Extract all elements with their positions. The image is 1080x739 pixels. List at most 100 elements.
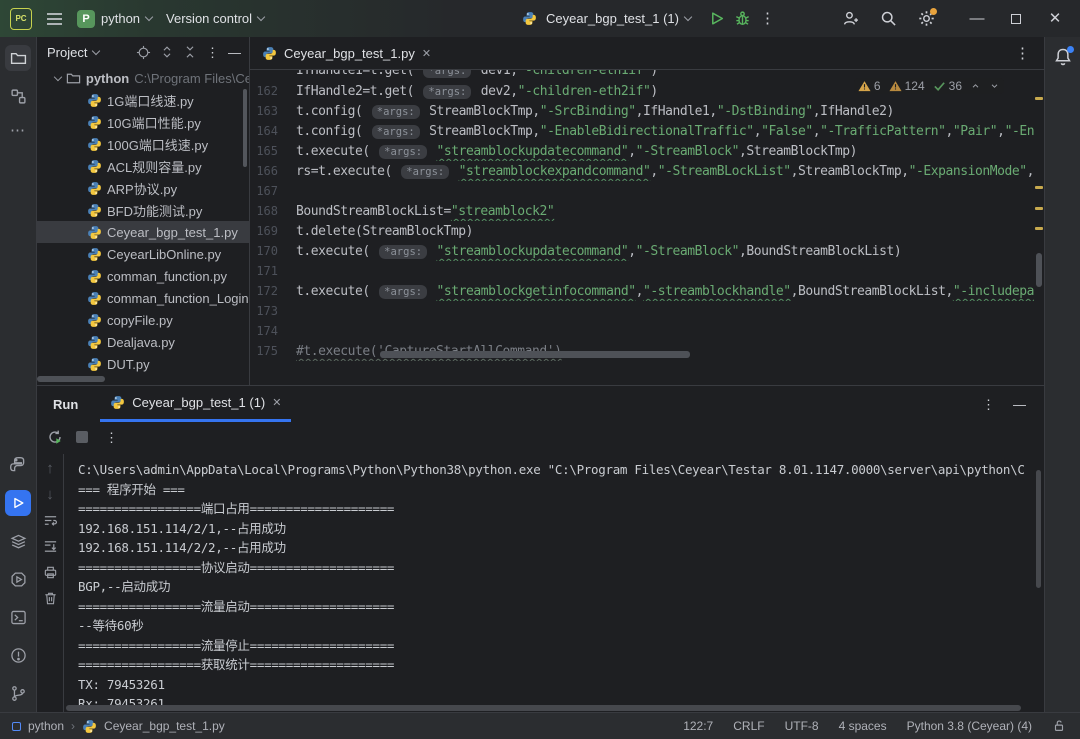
print-icon[interactable]: [43, 565, 58, 580]
stripe-warning-mark[interactable]: [1035, 97, 1043, 100]
tree-item[interactable]: copyFile.py: [37, 309, 249, 331]
scroll-to-end-icon[interactable]: [43, 539, 58, 554]
debug-button[interactable]: [734, 10, 751, 27]
soft-wrap-icon[interactable]: [43, 513, 58, 528]
vcs-widget-button[interactable]: Version control: [166, 11, 264, 26]
code-line[interactable]: 163t.config( *args: StreamBlockTmp,"-Src…: [250, 101, 1034, 121]
error-stripe[interactable]: [1034, 70, 1044, 384]
window-maximize-button[interactable]: [1007, 14, 1025, 24]
inspections-widget[interactable]: 6 124 36: [854, 78, 1004, 94]
editor-vertical-scrollbar[interactable]: [1036, 253, 1042, 287]
indent-style[interactable]: 4 spaces: [839, 719, 887, 733]
tree-item[interactable]: ACL规则容量.py: [37, 155, 249, 177]
prev-problem-icon[interactable]: [970, 81, 981, 91]
tree-item[interactable]: BFD功能测试.py: [37, 199, 249, 221]
structure-tool-icon[interactable]: [5, 83, 31, 109]
terminal-tool-icon[interactable]: [5, 604, 31, 630]
tree-item[interactable]: CeyearLibOnline.py: [37, 243, 249, 265]
typo-ok-item[interactable]: 36: [933, 79, 962, 93]
editor-horizontal-scrollbar[interactable]: [380, 351, 690, 358]
warning-strong-item[interactable]: 6: [858, 79, 881, 93]
tree-item[interactable]: DUT.py: [37, 353, 249, 375]
code-editor[interactable]: IfHandle1=t.get( *args: dev1,"-children-…: [250, 70, 1044, 384]
code-line[interactable]: 171: [250, 261, 1034, 281]
code-line[interactable]: 173: [250, 301, 1034, 321]
breadcrumb-file[interactable]: Ceyear_bgp_test_1.py: [104, 719, 225, 733]
run-panel-hide-icon[interactable]: —: [1013, 398, 1026, 411]
project-tree[interactable]: python C:\Program Files\Ce 1G端口线速.py10G端…: [37, 67, 249, 375]
interpreter[interactable]: Python 3.8 (Ceyear) (4): [907, 719, 1032, 733]
stripe-warning-mark[interactable]: [1035, 207, 1043, 210]
line-ending[interactable]: CRLF: [733, 719, 764, 733]
settings-gear-icon[interactable]: [918, 10, 935, 27]
more-tool-windows-icon[interactable]: ⋯: [10, 121, 26, 139]
unlock-icon[interactable]: [1052, 719, 1066, 733]
tree-item[interactable]: Ceyear_bgp_test_1.py: [37, 221, 249, 243]
window-minimize-button[interactable]: —: [968, 11, 986, 26]
code-line[interactable]: 169t.delete(StreamBlockTmp): [250, 221, 1034, 241]
tree-item[interactable]: comman_function_Login.p: [37, 287, 249, 309]
run-button[interactable]: [708, 10, 725, 27]
stop-icon[interactable]: [76, 431, 88, 443]
tree-item[interactable]: 10G端口性能.py: [37, 111, 249, 133]
down-stacktrace-icon[interactable]: ↓: [46, 487, 54, 502]
git-tool-icon[interactable]: [5, 680, 31, 706]
tab-close-icon[interactable]: ✕: [422, 47, 431, 60]
code-line[interactable]: 165t.execute( *args: "streamblockupdatec…: [250, 141, 1034, 161]
clear-console-icon[interactable]: [43, 591, 58, 606]
console-horizontal-scrollbar[interactable]: [66, 705, 1021, 711]
console-output[interactable]: C:\Users\admin\AppData\Local\Programs\Py…: [64, 454, 1044, 712]
locate-file-icon[interactable]: [136, 45, 151, 60]
project-more-icon[interactable]: ⋮: [206, 46, 219, 59]
code-line[interactable]: 170t.execute( *args: "streamblockupdatec…: [250, 241, 1034, 261]
project-tool-icon[interactable]: [5, 45, 31, 71]
project-vertical-scrollbar[interactable]: [243, 89, 247, 167]
search-everywhere-icon[interactable]: [880, 10, 897, 27]
run-tool-icon[interactable]: [5, 490, 31, 516]
window-close-button[interactable]: ✕: [1046, 11, 1064, 26]
hide-panel-icon[interactable]: —: [228, 46, 241, 59]
editor-tab[interactable]: Ceyear_bgp_test_1.py ✕: [250, 37, 443, 69]
services-tool-icon[interactable]: [5, 528, 31, 554]
project-widget-button[interactable]: P python: [77, 10, 152, 28]
profiler-tool-icon[interactable]: [5, 566, 31, 592]
hamburger-menu-icon[interactable]: [46, 12, 63, 26]
tree-item[interactable]: Dealjava.py: [37, 331, 249, 353]
run-tab-close-icon[interactable]: ✕: [272, 396, 281, 409]
code-with-me-icon[interactable]: [842, 10, 859, 27]
tree-item[interactable]: ARP协议.py: [37, 177, 249, 199]
more-actions-icon[interactable]: ⋮: [760, 11, 775, 26]
code-line[interactable]: 164t.config( *args: StreamBlockTmp,"-Ena…: [250, 121, 1034, 141]
tree-item[interactable]: 100G端口线速.py: [37, 133, 249, 155]
warning-weak-item[interactable]: 124: [889, 79, 925, 93]
stripe-warning-mark[interactable]: [1035, 227, 1043, 230]
code-line[interactable]: 167: [250, 181, 1034, 201]
code-line[interactable]: 174: [250, 321, 1034, 341]
tree-root-row[interactable]: python C:\Program Files\Ce: [37, 67, 249, 89]
breadcrumb-module[interactable]: python: [28, 719, 64, 733]
file-encoding[interactable]: UTF-8: [785, 719, 819, 733]
tree-item[interactable]: 1G端口线速.py: [37, 89, 249, 111]
problems-tool-icon[interactable]: [5, 642, 31, 668]
project-horizontal-scrollbar[interactable]: [37, 376, 105, 382]
console-vertical-scrollbar[interactable]: [1036, 470, 1041, 588]
run-toolbar-more-icon[interactable]: ⋮: [105, 431, 118, 444]
expand-all-icon[interactable]: [160, 45, 174, 59]
python-packages-tool-icon[interactable]: [5, 452, 31, 478]
caret-position[interactable]: 122:7: [683, 719, 713, 733]
tree-item[interactable]: comman_function.py: [37, 265, 249, 287]
up-stacktrace-icon[interactable]: ↑: [46, 461, 54, 476]
run-configuration-selector[interactable]: Ceyear_bgp_test_1 (1): [546, 11, 691, 26]
notifications-bell-icon[interactable]: [1053, 47, 1073, 67]
collapse-all-icon[interactable]: [183, 45, 197, 59]
chevron-down-icon[interactable]: [92, 46, 100, 54]
run-tab[interactable]: Ceyear_bgp_test_1 (1) ✕: [100, 386, 291, 422]
rerun-icon[interactable]: [47, 429, 63, 445]
code-line[interactable]: 172t.execute( *args: "streamblockgetinfo…: [250, 281, 1034, 301]
editor-tabs-more-icon[interactable]: ⋮: [1015, 46, 1044, 61]
code-line[interactable]: 166rs=t.execute( *args: "streamblockexpa…: [250, 161, 1034, 181]
run-panel-more-icon[interactable]: ⋮: [982, 398, 995, 411]
next-problem-icon[interactable]: [989, 81, 1000, 91]
stripe-warning-mark[interactable]: [1035, 186, 1043, 189]
code-line[interactable]: 168BoundStreamBlockList="streamblock2": [250, 201, 1034, 221]
